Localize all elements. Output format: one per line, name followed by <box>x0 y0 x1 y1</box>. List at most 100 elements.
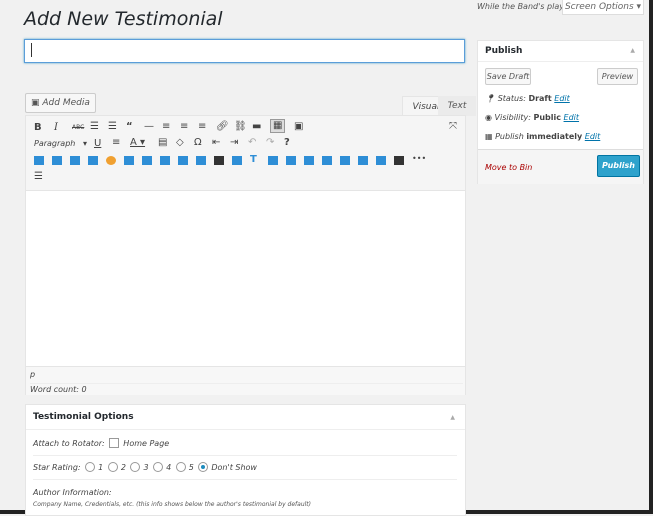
visibility-row: ◉ Visibility: Public Edit <box>485 113 579 122</box>
shortcode-icon-21[interactable] <box>394 156 404 165</box>
publish-time-value: immediately <box>526 132 583 141</box>
home-page-checkbox[interactable] <box>109 438 120 448</box>
shortcode-icon-14[interactable] <box>268 156 278 165</box>
toolbar-toggle-icon[interactable]: ▦ <box>270 119 286 133</box>
bullet-list-icon[interactable]: ☰ <box>90 121 99 133</box>
shortcode-icon-6[interactable] <box>124 156 134 165</box>
tab-text[interactable]: Text <box>438 96 476 116</box>
add-media-button[interactable]: ▣ Add Media <box>25 93 96 113</box>
save-draft-button[interactable]: Save Draft <box>485 68 531 85</box>
status-edit-link[interactable]: Edit <box>554 94 570 103</box>
strikethrough-button[interactable]: ABC <box>72 122 84 134</box>
top-note: While the Band's playin' <box>477 2 574 11</box>
italic-button[interactable]: I <box>54 122 58 134</box>
shortcode-icon-7[interactable] <box>142 156 152 165</box>
shortcode-icon-11[interactable] <box>214 156 224 165</box>
shortcode-icon-15[interactable] <box>286 156 296 165</box>
shortcode-icon-13[interactable]: T <box>250 154 257 166</box>
underline-button[interactable]: U <box>94 138 101 150</box>
preview-button[interactable]: Preview <box>597 68 638 85</box>
shortcode-icon-20[interactable] <box>376 156 386 165</box>
testimonial-options-box: Testimonial Options ▲ Attach to Rotator:… <box>25 404 466 516</box>
pin-icon: 📍︎ <box>485 94 496 103</box>
star-radio-3[interactable] <box>130 462 141 472</box>
shortcode-icon-10[interactable] <box>196 156 206 165</box>
home-page-label: Home Page <box>123 439 170 448</box>
divider <box>33 455 457 456</box>
shortcode-icon-17[interactable] <box>322 156 332 165</box>
content-editor[interactable]: B I ABC ☰ ☰ “ — ≡ ≡ ≡ 🔗︎ ⛓︎ ▬ ▦ ▣ ⤧ Para… <box>25 115 466 395</box>
unlink-icon[interactable]: ⛓︎ <box>234 121 247 133</box>
shortcode-icon-9[interactable] <box>178 156 188 165</box>
more-icon[interactable]: ••• <box>412 153 426 165</box>
editor-statusbar: p Word count: 0 <box>26 366 465 395</box>
read-more-icon[interactable]: ▬ <box>252 121 261 133</box>
shortcode-icon-16[interactable] <box>304 156 314 165</box>
help-icon[interactable]: ? <box>284 137 290 149</box>
text-caret <box>31 43 32 57</box>
text-color-button[interactable]: A ▾ <box>130 137 145 149</box>
visibility-label: Visibility: <box>494 113 531 122</box>
undo-icon[interactable]: ↶ <box>248 137 256 149</box>
special-char-icon[interactable]: Ω <box>194 137 202 149</box>
star-option-3: 3 <box>143 463 149 472</box>
star-radio-4[interactable] <box>153 462 164 472</box>
eye-icon: ◉ <box>485 113 492 122</box>
star-radio-dont-show[interactable] <box>198 462 209 472</box>
star-radio-2[interactable] <box>107 462 118 472</box>
outdent-icon[interactable]: ⇤ <box>212 137 220 149</box>
align-right-icon[interactable]: ≡ <box>198 121 206 133</box>
shortcode-icon-22[interactable]: ☰ <box>34 171 43 183</box>
shortcode-icon-4[interactable] <box>88 156 98 165</box>
align-left-icon[interactable]: ≡ <box>162 121 170 133</box>
paste-text-icon[interactable]: ▤ <box>158 137 167 149</box>
horizontal-rule-icon[interactable]: — <box>144 121 154 133</box>
justify-icon[interactable]: ≡ <box>112 137 120 149</box>
shortcode-icon-1[interactable] <box>34 156 44 165</box>
collapse-arrow-icon[interactable]: ▲ <box>630 47 635 54</box>
shortcode-icon-2[interactable] <box>52 156 62 165</box>
blockquote-icon[interactable]: “ <box>126 121 133 133</box>
fullscreen-icon[interactable]: ⤧ <box>449 121 457 133</box>
shortcode-icon-12[interactable] <box>232 156 242 165</box>
redo-icon[interactable]: ↷ <box>266 137 274 149</box>
author-info-hint: Company Name, Credentials, etc. (this in… <box>33 501 311 508</box>
visibility-edit-link[interactable]: Edit <box>564 113 580 122</box>
star-rating-label: Star Rating: <box>33 463 81 472</box>
screen-options-label: Screen Options <box>564 2 634 12</box>
media-icon: ▣ <box>31 98 40 108</box>
shortcode-icon-18[interactable] <box>340 156 350 165</box>
testimonial-options-title: Testimonial Options <box>33 412 134 422</box>
star-option-dont-show: Don't Show <box>211 463 257 472</box>
publish-header[interactable]: Publish ▲ <box>478 41 643 62</box>
numbered-list-icon[interactable]: ☰ <box>108 121 117 133</box>
testimonial-options-header[interactable]: Testimonial Options ▲ <box>26 405 465 430</box>
collapse-arrow-icon[interactable]: ▲ <box>450 414 455 421</box>
shortcode-icon-3[interactable] <box>70 156 80 165</box>
move-to-bin-link[interactable]: Move to Bin <box>485 163 532 172</box>
image-icon[interactable]: ▣ <box>294 121 303 133</box>
star-radio-5[interactable] <box>175 462 186 472</box>
format-select-label: Paragraph <box>34 139 76 148</box>
shortcode-icon-8[interactable] <box>160 156 170 165</box>
align-center-icon[interactable]: ≡ <box>180 121 188 133</box>
word-count: Word count: 0 <box>30 383 463 394</box>
title-input[interactable] <box>24 39 465 63</box>
star-option-4: 4 <box>166 463 172 472</box>
editor-toolbar: B I ABC ☰ ☰ “ — ≡ ≡ ≡ 🔗︎ ⛓︎ ▬ ▦ ▣ ⤧ Para… <box>26 116 465 191</box>
link-icon[interactable]: 🔗︎ <box>216 121 229 133</box>
author-info-label: Author Information: <box>33 488 112 497</box>
shortcode-icon-19[interactable] <box>358 156 368 165</box>
clear-format-icon[interactable]: ◇ <box>176 137 184 149</box>
page-title: Add New Testimonial <box>24 8 223 30</box>
publish-time-edit-link[interactable]: Edit <box>585 132 601 141</box>
publish-button[interactable]: Publish <box>597 155 640 177</box>
attach-rotator-row: Attach to Rotator: Home Page <box>33 438 169 448</box>
shortcode-icon-5[interactable] <box>106 156 116 165</box>
star-option-2: 2 <box>120 463 126 472</box>
star-radio-1[interactable] <box>85 462 96 472</box>
format-select[interactable]: Paragraph ▾ <box>34 138 87 150</box>
bold-button[interactable]: B <box>34 122 42 134</box>
indent-icon[interactable]: ⇥ <box>230 137 238 149</box>
screen-options-button[interactable]: Screen Options ▾ <box>562 0 644 15</box>
